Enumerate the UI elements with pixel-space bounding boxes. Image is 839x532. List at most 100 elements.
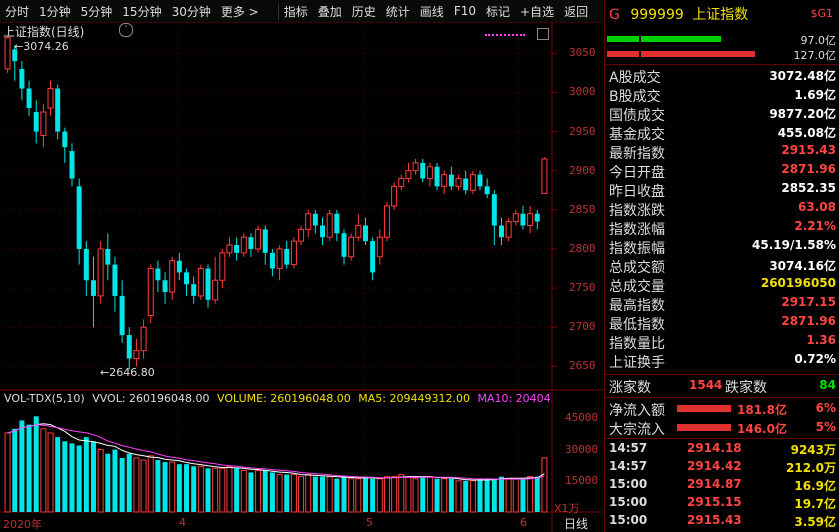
tick-row: 15:00 2915.43 3.59亿 bbox=[607, 513, 838, 531]
volume-bar-up bbox=[197, 465, 204, 513]
stat-value: 63.08 bbox=[798, 200, 836, 214]
timeframe-button[interactable]: 日线 bbox=[564, 515, 588, 532]
candle-body-down bbox=[19, 68, 25, 89]
stat-row: 基金成交 455.08亿 bbox=[607, 124, 838, 143]
stat-row: 最高指数 2917.15 bbox=[607, 295, 838, 314]
candle-body-down bbox=[126, 335, 132, 359]
volume-bar-down bbox=[112, 449, 118, 512]
volume-bar-down bbox=[33, 416, 39, 512]
candle-body-down bbox=[334, 213, 340, 234]
volume-bar-up bbox=[97, 449, 104, 513]
tab-5min[interactable]: 5分钟 bbox=[76, 3, 118, 20]
volume-bar-down bbox=[334, 478, 340, 512]
stat-label: 总成交量 bbox=[609, 279, 665, 295]
stat-row: 最新指数 2915.43 bbox=[607, 143, 838, 162]
candle-body-down bbox=[463, 178, 469, 191]
tab-15min[interactable]: 15分钟 bbox=[117, 3, 166, 20]
volume-bar-up bbox=[391, 476, 398, 513]
candle-body-down bbox=[320, 225, 326, 238]
candle-body-up bbox=[298, 228, 305, 242]
candle-body-down bbox=[26, 88, 32, 109]
volume-bar-down bbox=[83, 437, 89, 512]
flow-label: 大宗流入 bbox=[609, 422, 665, 438]
tick-price: 2914.18 bbox=[687, 441, 742, 455]
flow-row: 净流入额 181.8亿 6% bbox=[607, 400, 838, 419]
stat-row: 国债成交 9877.20亿 bbox=[607, 105, 838, 124]
flow-value: 181.8亿 bbox=[737, 403, 787, 417]
volume-bar-up bbox=[376, 478, 383, 513]
volume-bar-down bbox=[26, 424, 32, 512]
tick-volume: 3.59亿 bbox=[794, 515, 836, 529]
btn-indicator[interactable]: 指标 bbox=[277, 2, 313, 20]
down-volume-bar bbox=[607, 51, 807, 57]
price-tick-label: 2900 bbox=[569, 163, 596, 177]
volume-bar-down bbox=[155, 460, 161, 512]
stat-row: 今日开盘 2871.96 bbox=[607, 162, 838, 181]
tab-1min[interactable]: 1分钟 bbox=[34, 3, 76, 20]
stat-value: 2917.15 bbox=[781, 295, 836, 309]
candle-body-down bbox=[420, 162, 426, 179]
volume-bar-up bbox=[348, 478, 355, 513]
candle-body-down bbox=[498, 225, 504, 238]
volume-bar-up bbox=[276, 474, 283, 513]
volume-bar-up bbox=[405, 476, 412, 513]
volume-bar-down bbox=[205, 468, 211, 512]
tab-intraday[interactable]: 分时 bbox=[0, 3, 34, 20]
volume-bar-down bbox=[534, 476, 540, 512]
candle-body-down bbox=[491, 194, 497, 226]
code-prefix: G bbox=[609, 7, 620, 23]
candle-body-down bbox=[234, 245, 240, 253]
tick-time: 15:00 bbox=[609, 495, 648, 509]
candle-body-down bbox=[484, 186, 490, 195]
tick-price: 2914.87 bbox=[687, 477, 742, 491]
price-tick-label: 2750 bbox=[569, 281, 596, 295]
rise-count: 1544 bbox=[689, 378, 723, 392]
stat-row: 指数涨幅 2.21% bbox=[607, 219, 838, 238]
volume-bar-up bbox=[298, 476, 305, 513]
candle-body-up bbox=[355, 224, 362, 238]
fall-count: 84 bbox=[819, 378, 836, 392]
price-tick-label: 2950 bbox=[569, 124, 596, 138]
candle-body-up bbox=[412, 162, 419, 172]
volume-bar-down bbox=[76, 445, 82, 512]
stat-label: 指数涨幅 bbox=[609, 222, 665, 238]
price-tick-label: 2850 bbox=[569, 202, 596, 216]
btn-history[interactable]: 历史 bbox=[347, 3, 381, 20]
date-label-jun: 6 bbox=[520, 516, 527, 529]
volume-bar-down bbox=[370, 478, 376, 512]
volume-bar-up bbox=[383, 476, 390, 513]
btn-draw[interactable]: 画线 bbox=[415, 3, 449, 20]
tab-30min[interactable]: 30分钟 bbox=[167, 3, 216, 20]
tick-price: 2914.42 bbox=[687, 459, 742, 473]
stat-value: 1.69亿 bbox=[794, 88, 836, 102]
btn-f10[interactable]: F10 bbox=[449, 4, 481, 18]
candle-body-up bbox=[197, 268, 204, 297]
volume-bar-down bbox=[463, 480, 469, 512]
candle-body-down bbox=[262, 229, 268, 253]
stat-label: 国债成交 bbox=[609, 108, 665, 124]
btn-mark[interactable]: 标记 bbox=[481, 3, 515, 20]
btn-stats[interactable]: 统计 bbox=[381, 3, 415, 20]
volume-bar-up bbox=[469, 480, 476, 513]
tab-more[interactable]: 更多 > bbox=[216, 3, 264, 20]
volume-bar-down bbox=[484, 478, 490, 512]
btn-add-watch[interactable]: +自选 bbox=[515, 3, 559, 20]
volume-bar-down bbox=[262, 470, 268, 512]
volume-bar-down bbox=[248, 472, 254, 512]
stat-value: 2852.35 bbox=[781, 181, 836, 195]
candle-body-down bbox=[269, 252, 275, 269]
flow-pct: 5% bbox=[815, 420, 836, 434]
btn-overlay[interactable]: 叠加 bbox=[313, 3, 347, 20]
quote-panel: G 999999 上证指数 $G1 97.0亿 127.0亿 A股成交 3072.… bbox=[604, 0, 839, 532]
candle-body-down bbox=[362, 225, 368, 242]
flow-label: 净流入额 bbox=[609, 403, 665, 419]
date-label-may: 5 bbox=[366, 516, 373, 529]
volume-bar-down bbox=[491, 478, 497, 512]
stat-row: 指数涨跌 63.08 bbox=[607, 200, 838, 219]
volume-header: VOL-TDX(5,10) VVOL: 260196048.00 VOLUME:… bbox=[4, 392, 551, 405]
stat-value: 3074.16亿 bbox=[769, 259, 836, 273]
stat-label: 基金成交 bbox=[609, 127, 665, 143]
stat-value: 45.19/1.58% bbox=[752, 238, 836, 252]
btn-back[interactable]: 返回 bbox=[559, 3, 593, 20]
candle-body-down bbox=[76, 186, 82, 249]
